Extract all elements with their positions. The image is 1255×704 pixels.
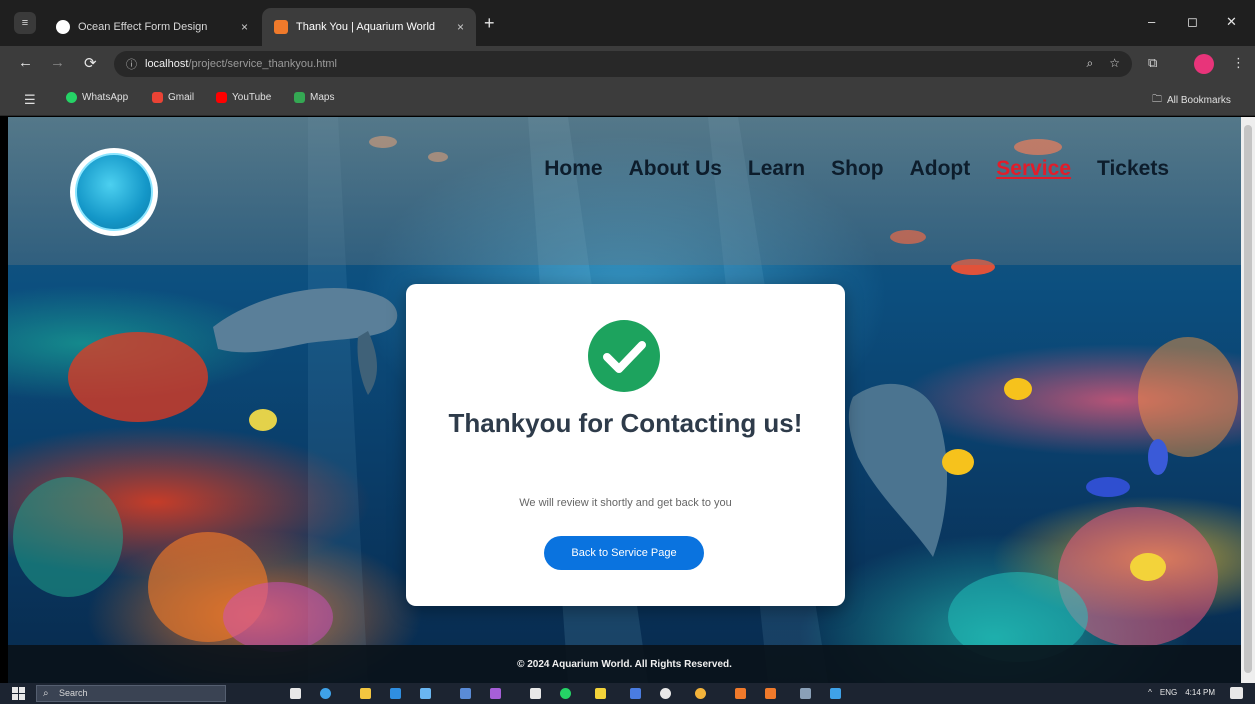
zoom-icon[interactable]: ⌕ bbox=[1087, 56, 1094, 71]
app-icon[interactable] bbox=[530, 688, 541, 699]
nav-tickets[interactable]: Tickets bbox=[1097, 157, 1169, 181]
app-icon[interactable] bbox=[765, 688, 776, 699]
browser-toolbar: ← → ⟳ ⓘ localhost /project/service_thank… bbox=[0, 46, 1255, 82]
bookmarks-bar: ☰ WhatsApp Gmail YouTube Maps 🗀 All Book… bbox=[0, 82, 1255, 116]
system-tray: ^ ENG 4:14 PM bbox=[1148, 688, 1215, 697]
tab-title: Ocean Effect Form Design bbox=[78, 21, 208, 33]
page-favicon-icon bbox=[274, 20, 288, 34]
windows-start-icon[interactable] bbox=[12, 687, 25, 700]
clock[interactable]: 4:14 PM bbox=[1185, 688, 1215, 697]
thank-you-heading: Thankyou for Contacting us! bbox=[448, 408, 803, 438]
folder-icon: 🗀 bbox=[1152, 94, 1162, 105]
profile-avatar[interactable] bbox=[1194, 54, 1214, 74]
page-viewport: Home About Us Learn Shop Adopt Service T… bbox=[8, 117, 1241, 683]
all-bookmarks[interactable]: 🗀 All Bookmarks bbox=[1152, 92, 1231, 109]
chrome-icon[interactable] bbox=[695, 688, 706, 699]
notification-icon[interactable] bbox=[1230, 687, 1243, 699]
app-icon[interactable] bbox=[630, 688, 641, 699]
nav-learn[interactable]: Learn bbox=[748, 157, 805, 181]
app-icon[interactable] bbox=[830, 688, 841, 699]
site-logo[interactable] bbox=[70, 148, 158, 236]
gmail-icon bbox=[152, 92, 163, 103]
tab-title: Thank You | Aquarium World bbox=[296, 21, 436, 33]
edge-icon[interactable] bbox=[320, 688, 331, 699]
tab-thank-you[interactable]: Thank You | Aquarium World × bbox=[262, 8, 476, 46]
forward-button[interactable]: → bbox=[50, 54, 65, 71]
all-bookmarks-label: All Bookmarks bbox=[1167, 95, 1231, 106]
app-icon[interactable] bbox=[490, 688, 501, 699]
vscode-icon[interactable] bbox=[390, 688, 401, 699]
nav-adopt[interactable]: Adopt bbox=[910, 157, 971, 181]
bookmark-label: Gmail bbox=[168, 92, 195, 103]
bookmark-whatsapp[interactable]: WhatsApp bbox=[66, 92, 128, 103]
address-bar[interactable]: ⓘ localhost /project/service_thankyou.ht… bbox=[114, 51, 1132, 77]
file-explorer-icon[interactable] bbox=[360, 688, 371, 699]
reload-button[interactable]: ⟳ bbox=[84, 54, 97, 72]
nav-home[interactable]: Home bbox=[544, 157, 602, 181]
tab-close-icon[interactable]: × bbox=[241, 20, 248, 34]
scrollbar-thumb[interactable] bbox=[1244, 125, 1252, 673]
thank-you-message: We will review it shortly and get back t… bbox=[519, 497, 732, 509]
youtube-icon bbox=[216, 92, 227, 103]
app-icon[interactable] bbox=[660, 688, 671, 699]
tab-ocean-effect-form[interactable]: Ocean Effect Form Design × bbox=[44, 8, 260, 46]
browser-menu-icon[interactable]: ⋮ bbox=[1232, 55, 1245, 71]
thank-you-card: Thankyou for Contacting us! We will revi… bbox=[406, 284, 845, 606]
nav-about-us[interactable]: About Us bbox=[629, 157, 722, 181]
page-scrollbar[interactable] bbox=[1241, 117, 1255, 683]
taskbar-search[interactable]: ⌕ Search bbox=[36, 685, 226, 702]
windows-taskbar: ⌕ Search ^ ENG 4:14 PM bbox=[0, 683, 1255, 704]
site-info-icon[interactable]: ⓘ bbox=[126, 56, 137, 72]
new-tab-button[interactable]: + bbox=[484, 14, 495, 32]
site-footer: © 2024 Aquarium World. All Rights Reserv… bbox=[8, 645, 1241, 683]
language-indicator[interactable]: ENG bbox=[1160, 688, 1177, 697]
nav-service[interactable]: Service bbox=[996, 157, 1071, 181]
app-icon[interactable] bbox=[735, 688, 746, 699]
tab-close-icon[interactable]: × bbox=[457, 20, 464, 34]
search-icon: ⌕ bbox=[43, 688, 49, 699]
check-circle-icon bbox=[588, 320, 660, 392]
bookmark-label: WhatsApp bbox=[82, 92, 129, 103]
tray-chevron-icon[interactable]: ^ bbox=[1148, 688, 1152, 697]
taskbar-search-placeholder: Search bbox=[59, 688, 88, 698]
browser-tab-strip: ≡ Ocean Effect Form Design × Thank You |… bbox=[0, 0, 1255, 46]
whatsapp-icon[interactable] bbox=[560, 688, 571, 699]
address-host: localhost bbox=[145, 58, 189, 70]
close-window-button[interactable]: ✕ bbox=[1226, 14, 1237, 30]
apps-icon[interactable]: ☰ bbox=[24, 92, 36, 108]
bookmark-label: Maps bbox=[310, 92, 335, 103]
app-icon[interactable] bbox=[460, 688, 471, 699]
nav-shop[interactable]: Shop bbox=[831, 157, 884, 181]
globe-icon bbox=[56, 20, 70, 34]
bookmark-star-icon[interactable]: ☆ bbox=[1109, 56, 1120, 71]
store-icon[interactable] bbox=[420, 688, 431, 699]
tab-search-button[interactable]: ≡ bbox=[14, 12, 36, 34]
extensions-icon[interactable]: ⧉ bbox=[1148, 55, 1157, 71]
minimize-button[interactable]: – bbox=[1148, 14, 1155, 29]
back-button[interactable]: ← bbox=[18, 54, 33, 71]
bookmark-label: YouTube bbox=[232, 92, 272, 103]
whatsapp-icon bbox=[66, 92, 77, 103]
app-icon[interactable] bbox=[800, 688, 811, 699]
bookmark-youtube[interactable]: YouTube bbox=[216, 92, 271, 103]
bookmark-maps[interactable]: Maps bbox=[294, 92, 334, 103]
site-header: Home About Us Learn Shop Adopt Service T… bbox=[8, 117, 1241, 265]
maximize-button[interactable]: ◻ bbox=[1187, 14, 1198, 30]
task-view-icon[interactable] bbox=[290, 688, 301, 699]
aquarium-logo-icon bbox=[75, 153, 153, 231]
maps-icon bbox=[294, 92, 305, 103]
back-to-service-button[interactable]: Back to Service Page bbox=[544, 536, 704, 570]
bookmark-gmail[interactable]: Gmail bbox=[152, 92, 194, 103]
address-path: /project/service_thankyou.html bbox=[188, 58, 337, 70]
site-navigation: Home About Us Learn Shop Adopt Service T… bbox=[544, 157, 1169, 181]
app-icon[interactable] bbox=[595, 688, 606, 699]
